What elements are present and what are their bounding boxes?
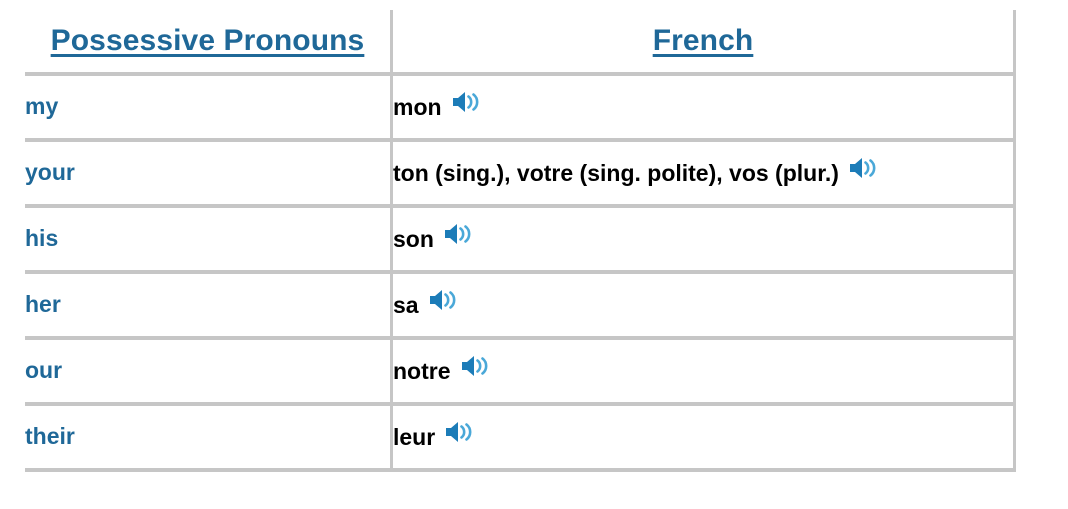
french-cell: sa	[393, 274, 1016, 340]
vocabulary-table-page: Possessive Pronouns French my mon your t…	[0, 0, 1068, 509]
table-header-row: Possessive Pronouns French	[25, 10, 1016, 76]
speaker-icon[interactable]	[460, 353, 490, 379]
speaker-icon[interactable]	[428, 287, 458, 313]
french-translation: notre	[393, 356, 1013, 384]
speaker-icon[interactable]	[444, 419, 474, 445]
french-cell: son	[393, 208, 1016, 274]
english-cell: your	[25, 142, 393, 208]
french-cell: notre	[393, 340, 1016, 406]
french-translation: ton (sing.), votre (sing. polite), vos (…	[393, 158, 1013, 186]
french-word: mon	[393, 93, 442, 120]
french-word: ton (sing.), votre (sing. polite), vos (…	[393, 159, 839, 186]
english-word: their	[25, 423, 75, 449]
speaker-icon[interactable]	[443, 221, 473, 247]
french-cell: ton (sing.), votre (sing. polite), vos (…	[393, 142, 1016, 208]
french-word: notre	[393, 357, 451, 384]
table-body: my mon your ton (sing.), votre (sing. po…	[25, 76, 1016, 472]
possessive-pronouns-table: Possessive Pronouns French my mon your t…	[25, 10, 1016, 472]
french-cell: mon	[393, 76, 1016, 142]
speaker-icon[interactable]	[848, 155, 878, 181]
french-word: sa	[393, 291, 419, 318]
english-cell: my	[25, 76, 393, 142]
column-header-french-link[interactable]: French	[653, 26, 754, 56]
english-word: her	[25, 291, 61, 317]
french-word: leur	[393, 423, 436, 450]
english-word: my	[25, 93, 59, 119]
table-row: her sa	[25, 274, 1016, 340]
column-header-french: French	[393, 10, 1016, 76]
french-translation: son	[393, 224, 1013, 252]
table-row: their leur	[25, 406, 1016, 472]
french-translation: mon	[393, 92, 1013, 120]
table-row: our notre	[25, 340, 1016, 406]
table-row: his son	[25, 208, 1016, 274]
french-translation: leur	[393, 422, 1013, 450]
column-header-english-link[interactable]: Possessive Pronouns	[51, 26, 365, 56]
column-header-english: Possessive Pronouns	[25, 10, 393, 76]
english-cell: his	[25, 208, 393, 274]
french-translation: sa	[393, 290, 1013, 318]
english-word: his	[25, 225, 59, 251]
english-cell: her	[25, 274, 393, 340]
table-header: Possessive Pronouns French	[25, 10, 1016, 76]
french-word: son	[393, 225, 434, 252]
table-row: your ton (sing.), votre (sing. polite), …	[25, 142, 1016, 208]
table-row: my mon	[25, 76, 1016, 142]
english-cell: their	[25, 406, 393, 472]
english-word: your	[25, 159, 75, 185]
english-word: our	[25, 357, 63, 383]
english-cell: our	[25, 340, 393, 406]
speaker-icon[interactable]	[451, 89, 481, 115]
french-cell: leur	[393, 406, 1016, 472]
